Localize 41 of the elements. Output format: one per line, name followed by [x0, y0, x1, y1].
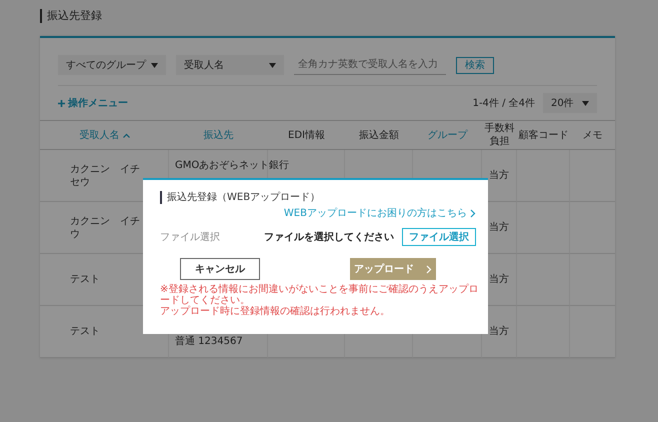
- recipient-name: カクニン イチセウ: [70, 162, 141, 188]
- upload-button[interactable]: アップロード: [350, 258, 436, 280]
- fee-bearer: 当方: [489, 273, 509, 286]
- plus-icon: [58, 100, 65, 106]
- modal-title: 振込先登録（WEBアップロード）: [160, 191, 320, 204]
- group-select[interactable]: すべてのグループ: [58, 55, 166, 75]
- field-select[interactable]: 受取人名: [176, 55, 284, 75]
- search-button[interactable]: 検索: [456, 56, 494, 74]
- column-header: 顧客コード: [517, 121, 570, 150]
- fee-bearer: 当方: [489, 221, 509, 234]
- column-header: EDI情報: [268, 121, 345, 150]
- chevron-right-icon: [470, 208, 476, 218]
- cancel-button[interactable]: キャンセル: [180, 258, 260, 280]
- dropdown-caret-icon: [582, 100, 589, 106]
- dropdown-caret-icon: [151, 62, 158, 68]
- recipient-name: テスト: [70, 273, 101, 286]
- column-header: 振込金額: [345, 121, 413, 150]
- page-title: 振込先登録: [40, 9, 102, 23]
- column-header[interactable]: グループ: [413, 121, 482, 150]
- operation-menu-link[interactable]: 操作メニュー: [58, 96, 128, 110]
- chevron-right-icon: [426, 264, 432, 274]
- page-size-select[interactable]: 20件: [543, 93, 597, 113]
- file-status: ファイルを選択してください: [264, 230, 394, 244]
- fee-bearer: 当方: [489, 325, 509, 338]
- recipient-name: テスト: [70, 325, 101, 338]
- file-select-button[interactable]: ファイル選択: [402, 228, 476, 246]
- column-header: 手数料負担: [482, 121, 517, 150]
- help-link[interactable]: WEBアップロードにお困りの方はこちら: [284, 206, 476, 220]
- bank-info: 普通 1234567: [175, 335, 243, 348]
- warning-note: ※登録される情報にお間違いがないことを事前にご確認のうえアップロードしてください。: [160, 284, 480, 306]
- recipient-name: カクニン イチウ: [70, 214, 141, 240]
- field-label: ファイル選択: [160, 231, 221, 244]
- result-count: 1-4件 / 全4件: [472, 96, 535, 110]
- column-header: メモ: [570, 121, 615, 150]
- column-header[interactable]: 受取人名: [40, 121, 169, 150]
- bank-info: GMOあおぞらネット銀行: [175, 159, 290, 172]
- fee-bearer: 当方: [489, 169, 509, 182]
- search-field[interactable]: 全角カナ英数で受取人名を入力: [294, 56, 446, 74]
- dropdown-caret-icon: [269, 62, 276, 68]
- column-header[interactable]: 振込先: [169, 121, 268, 150]
- warning-note: アップロード時に登録情報の確認は行われません。: [160, 306, 391, 317]
